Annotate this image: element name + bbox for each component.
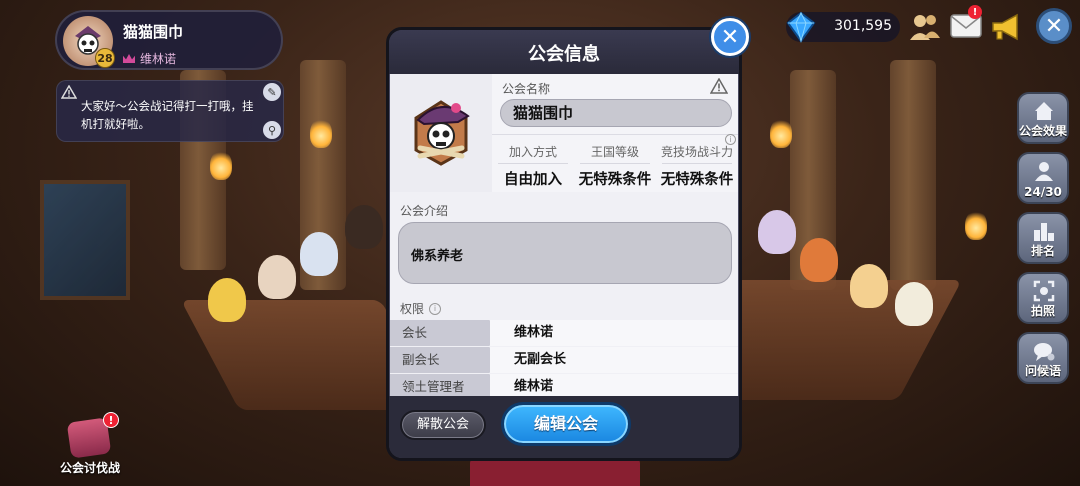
arena-power-value: 无特殊条件	[660, 172, 734, 188]
crown-icon	[123, 54, 135, 63]
dialog-header: 公会信息	[389, 30, 739, 74]
guild-requirements: 加入方式 自由加入 王国等级 无特殊条件 竞技场战斗力 无特殊条件	[492, 134, 738, 192]
disband-guild-button[interactable]: 解散公会	[400, 410, 486, 440]
gem-counter[interactable]: 301,595	[786, 11, 900, 43]
cookie-character	[895, 282, 933, 326]
cookie-character	[800, 238, 838, 282]
speech-bubble-icon	[1034, 343, 1055, 361]
cookie-character	[758, 210, 796, 254]
pencil-icon[interactable]: ✎	[263, 83, 281, 101]
camera-frame-icon	[1033, 280, 1055, 302]
intro-text: 佛系养老	[411, 249, 464, 264]
dialog-close-icon[interactable]: ✕	[711, 18, 749, 56]
cookie-character	[208, 278, 246, 322]
cookie-character	[850, 264, 888, 308]
battle-alert-badge: !	[103, 412, 119, 428]
intro-box: 佛系养老	[398, 222, 732, 284]
podium-icon	[1034, 223, 1054, 241]
join-method-value: 自由加入	[504, 172, 562, 188]
guild-name-label: 公会名称	[502, 82, 551, 96]
greeting-button[interactable]: 问候语	[1017, 332, 1069, 384]
permissions-info-icon[interactable]: i	[429, 302, 442, 315]
permission-role: 会长	[390, 320, 498, 346]
permission-holder: 无副会长	[490, 347, 738, 373]
photo-button[interactable]: 拍照	[1017, 272, 1069, 324]
person-icon	[1035, 162, 1053, 181]
notice-text: 大家好～公会战记得打一打哦，挂机打就好啦。	[81, 99, 254, 131]
friends-icon[interactable]	[908, 12, 942, 42]
report-warning-icon[interactable]	[710, 78, 728, 94]
leader-row: 维林诺	[123, 50, 176, 67]
edit-guild-button[interactable]: 编辑公会	[501, 402, 631, 446]
guild-effect-button[interactable]: 公会效果	[1017, 92, 1069, 144]
permission-row: 会长 维林诺	[390, 320, 738, 346]
magnifier-icon[interactable]: ⚲	[263, 121, 281, 139]
guild-name: 猫猫围巾	[123, 23, 184, 41]
dialog-body: 公会名称 猫猫围巾 加入方式 自由加入 王国等级 无特殊条件 竞技场战斗力 无特…	[390, 74, 738, 400]
guild-battle-label: 公会讨伐战	[59, 461, 120, 475]
torch	[310, 118, 332, 148]
stained-window	[40, 180, 130, 300]
kingdom-level-value: 无特殊条件	[578, 172, 652, 188]
ranking-button[interactable]: 排名	[1017, 212, 1069, 264]
permissions-label: 权限	[400, 302, 425, 316]
permissions-table: 会长 维林诺 副会长 无副会长 领土管理者 维林诺	[390, 320, 738, 400]
torch	[770, 118, 792, 148]
guild-emblem-area	[390, 74, 492, 192]
arena-power-label: 竞技场战斗力	[660, 145, 733, 159]
guild-info-area: 公会名称 猫猫围巾 加入方式 自由加入 王国等级 无特殊条件 竞技场战斗力 无特…	[492, 74, 738, 192]
pillar	[890, 60, 936, 290]
permission-holder: 维林诺	[490, 320, 738, 346]
join-method-label: 加入方式	[508, 145, 557, 159]
crystal-gem-icon	[786, 11, 816, 43]
intro-label: 公会介绍	[400, 204, 449, 218]
close-icon[interactable]: ✕	[1036, 8, 1072, 44]
guild-emblem-icon	[414, 100, 470, 166]
warning-icon	[61, 85, 77, 99]
cookie-character	[300, 232, 338, 276]
dialog-title: 公会信息	[528, 44, 600, 65]
house-icon	[1035, 102, 1053, 120]
guild-battle-button[interactable]: ! 公会讨伐战	[55, 412, 125, 478]
dialog-footer: 解散公会 编辑公会	[389, 396, 739, 458]
permission-role: 副会长	[390, 347, 498, 373]
arena-power-column: 竞技场战斗力 无特殊条件	[656, 135, 738, 192]
cookie-character	[345, 205, 383, 249]
guild-profile-card[interactable]: 28 猫猫围巾 维林诺	[55, 10, 283, 70]
guild-name-field: 猫猫围巾	[500, 99, 732, 127]
permissions-header: 权限 i	[400, 300, 442, 317]
level-badge: 28	[95, 48, 115, 68]
torch	[965, 210, 987, 240]
leader-name: 维林诺	[140, 52, 177, 66]
gem-count: 301,595	[834, 18, 892, 34]
kingdom-level-label: 王国等级	[590, 145, 639, 159]
guild-info-dialog: 公会信息 公会名称 猫猫围巾 加入方式 自由加入 王国等级 无特殊条件 竞技场战…	[386, 27, 742, 461]
members-button[interactable]: 24/30	[1017, 152, 1069, 204]
mail-badge: !	[968, 5, 982, 19]
permission-row: 副会长 无副会长	[390, 347, 738, 373]
cookie-character	[258, 255, 296, 299]
megaphone-icon[interactable]	[990, 12, 1024, 42]
guild-notice: 大家好～公会战记得打一打哦，挂机打就好啦。 ✎ ⚲	[56, 80, 284, 142]
info-tip-icon[interactable]: i	[725, 134, 736, 145]
kingdom-level-column: 王国等级 无特殊条件	[574, 135, 656, 192]
torch	[210, 150, 232, 180]
join-method-column: 加入方式 自由加入	[492, 135, 574, 192]
